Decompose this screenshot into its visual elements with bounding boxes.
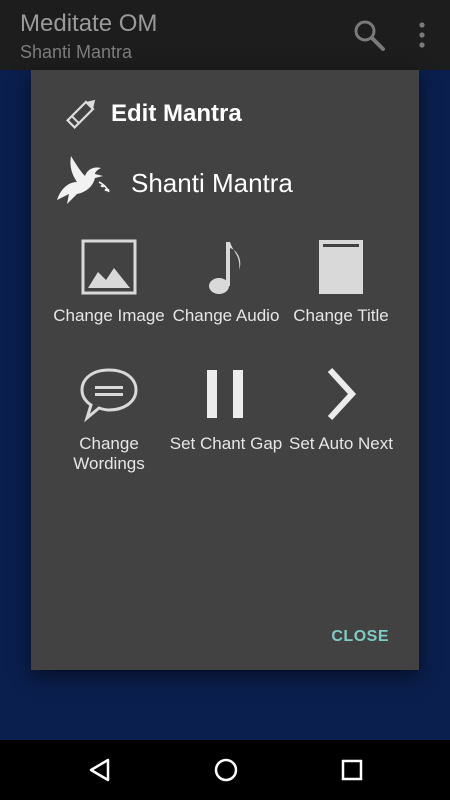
- change-image-label: Change Image: [53, 306, 165, 325]
- set-chant-gap-label: Set Chant Gap: [169, 434, 283, 453]
- app-subtitle: Shanti Mantra: [20, 42, 133, 62]
- image-icon: [81, 239, 137, 295]
- pencil-icon: [66, 99, 96, 129]
- set-chant-gap-button[interactable]: Set Chant Gap: [168, 366, 284, 454]
- dove-icon: [57, 156, 110, 204]
- change-audio-button[interactable]: Change Audio: [168, 238, 284, 326]
- app-bar: Meditate OM Shanti Mantra: [0, 0, 450, 70]
- overflow-menu-icon[interactable]: [410, 18, 434, 52]
- app-title: Meditate OM: [20, 10, 158, 37]
- music-note-icon: [209, 242, 241, 294]
- chat-bubble-icon: [80, 368, 138, 423]
- navigation-bar: [0, 740, 450, 800]
- title-icon: [319, 240, 363, 294]
- close-button[interactable]: CLOSE: [331, 628, 389, 646]
- dialog-header: Edit Mantra: [61, 94, 391, 134]
- dialog-title: Edit Mantra: [111, 100, 242, 127]
- back-icon[interactable]: [86, 756, 114, 784]
- mantra-info: Shanti Mantra: [51, 148, 391, 218]
- search-icon[interactable]: [352, 18, 386, 52]
- set-auto-next-button[interactable]: Set Auto Next: [283, 366, 399, 454]
- edit-mantra-dialog: Edit Mantra Shanti Mantra Change Image C…: [31, 70, 419, 670]
- chevron-right-icon: [327, 367, 357, 421]
- home-icon[interactable]: [212, 756, 240, 784]
- change-title-label: Change Title: [293, 306, 389, 325]
- change-audio-label: Change Audio: [172, 306, 280, 325]
- change-wordings-button[interactable]: Change Wordings: [51, 366, 167, 474]
- change-wordings-label: Change Wordings: [73, 434, 145, 473]
- pause-icon: [207, 370, 243, 418]
- set-auto-next-label: Set Auto Next: [289, 434, 393, 453]
- recent-apps-icon[interactable]: [338, 756, 366, 784]
- change-title-button[interactable]: Change Title: [283, 238, 399, 326]
- mantra-name: Shanti Mantra: [131, 168, 293, 198]
- change-image-button[interactable]: Change Image: [51, 238, 167, 326]
